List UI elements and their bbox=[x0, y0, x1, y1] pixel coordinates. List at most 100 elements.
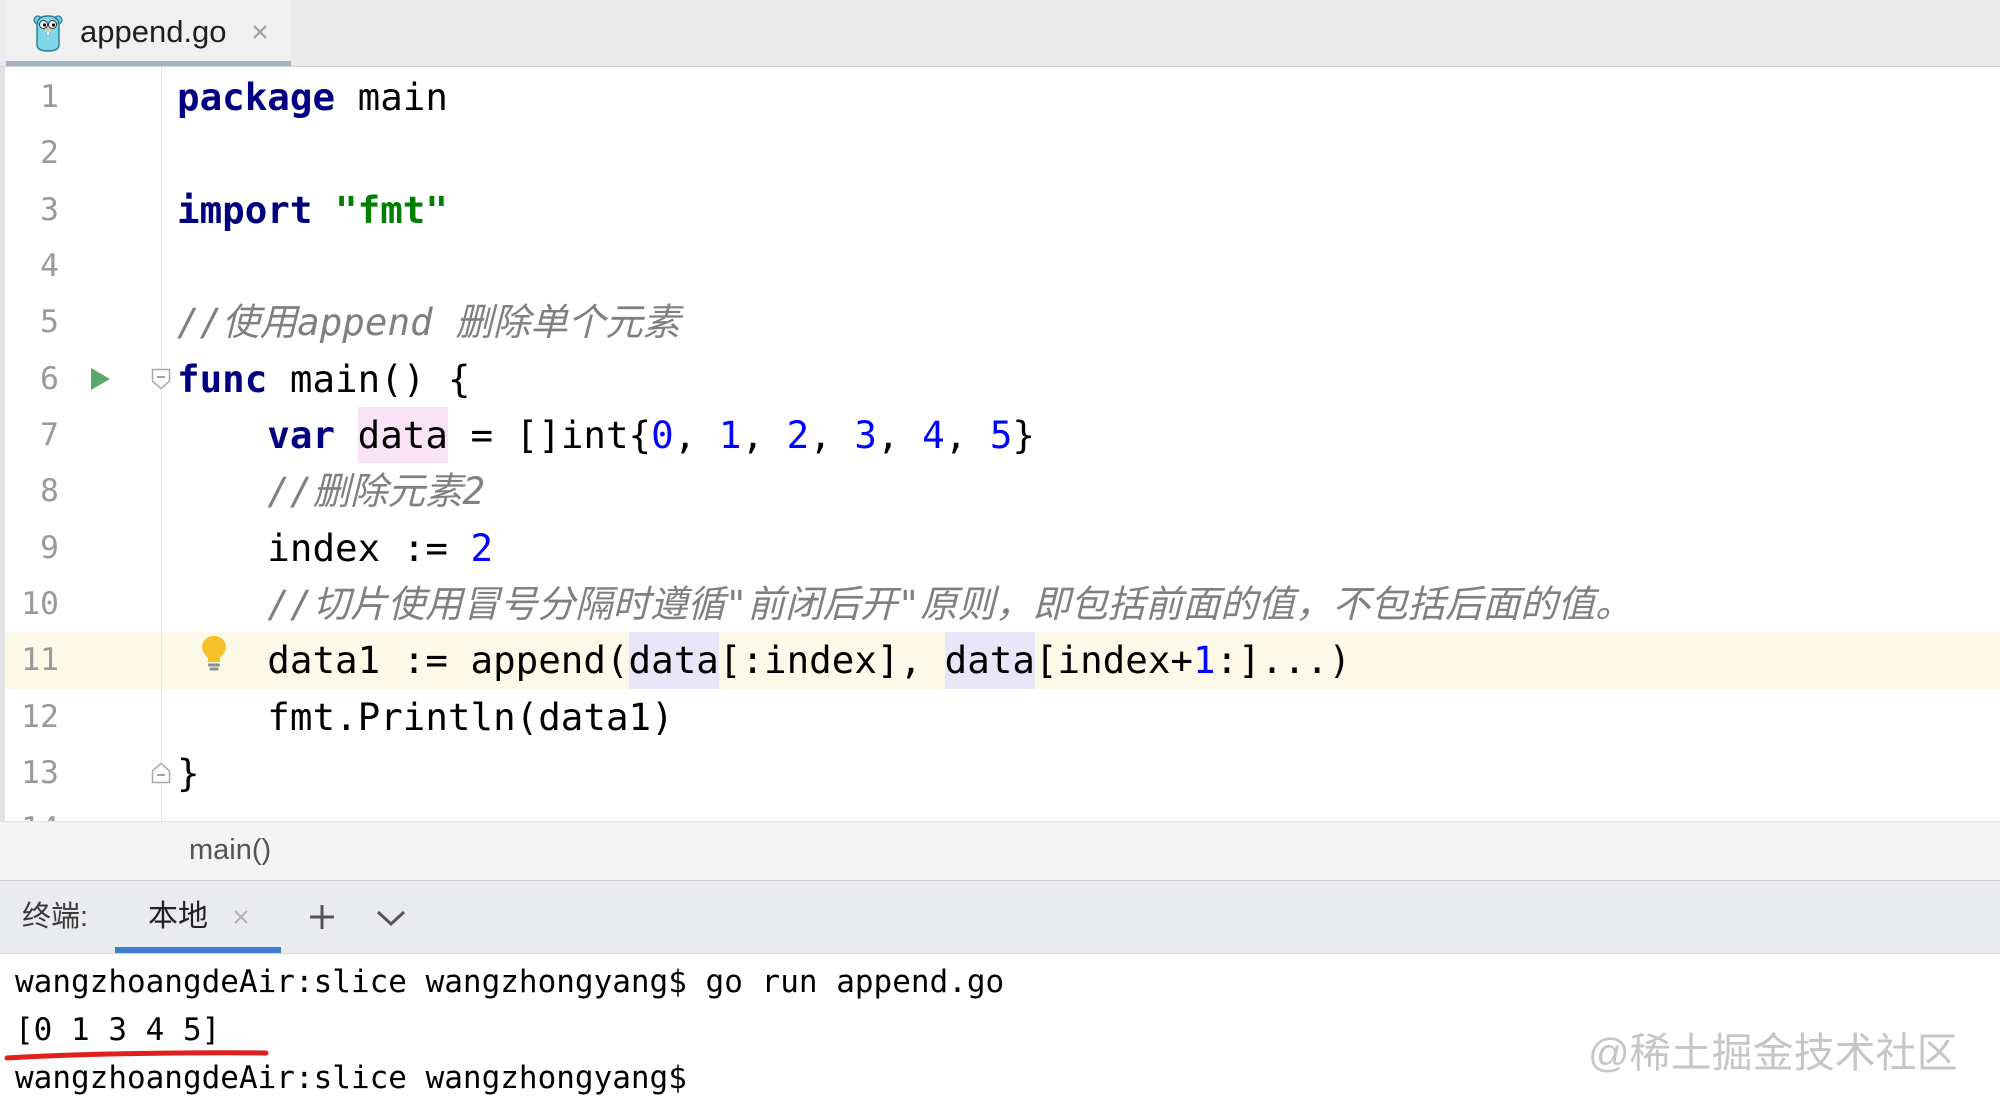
close-icon[interactable] bbox=[252, 24, 268, 40]
code-text[interactable]: func main() { bbox=[177, 351, 471, 407]
line-number: 1 bbox=[40, 79, 59, 115]
code-lines: 1 package main 2 3 import "fmt" 4 5//使用append … bbox=[0, 69, 2000, 821]
code-line[interactable]: 1 package main bbox=[0, 69, 2000, 125]
code-line-current[interactable]: 11 data1 := append(data[:index], data[in… bbox=[0, 632, 2000, 689]
terminal-tab-label: 本地 bbox=[148, 900, 208, 933]
text-token: [:index], bbox=[718, 638, 945, 683]
breadcrumb: main() bbox=[0, 821, 2000, 880]
editor-tab-append-go[interactable]: append.go bbox=[6, 0, 291, 66]
code-text[interactable]: //切片使用冒号分隔时遵循"前闭后开"原则，即包括前面的值，不包括后面的值。 bbox=[177, 576, 1633, 632]
code-line[interactable]: 6 func main() { bbox=[0, 351, 2000, 407]
text-token: main bbox=[335, 75, 448, 119]
code-text[interactable]: var data = []int{0, 1, 2, 3, 4, 5} bbox=[177, 406, 1035, 464]
string-token: "fmt" bbox=[335, 187, 448, 232]
code-text[interactable]: //使用append 删除单个元素 bbox=[177, 294, 680, 350]
line-number: 14 bbox=[5, 801, 59, 821]
red-underline-annotation bbox=[4, 1050, 269, 1061]
line-number: 11 bbox=[21, 642, 59, 679]
variable-read-highlight: data bbox=[944, 632, 1035, 689]
code-line[interactable]: 4 bbox=[0, 238, 2000, 294]
terminal-tab-local[interactable]: 本地 bbox=[115, 881, 281, 953]
text-token: } bbox=[1012, 412, 1035, 457]
code-line[interactable]: 10 //切片使用冒号分隔时遵循"前闭后开"原则，即包括前面的值，不包括后面的值… bbox=[0, 576, 2000, 632]
code-line[interactable]: 12 fmt.Println(data1) bbox=[0, 689, 2000, 745]
text-token: main() { bbox=[267, 356, 471, 401]
number-token: 3 bbox=[854, 412, 877, 457]
line-number: 2 bbox=[40, 135, 59, 172]
text-token: [index+ bbox=[1034, 638, 1193, 683]
code-line[interactable]: 5 //使用append 删除单个元素 bbox=[0, 294, 2000, 350]
line-number: 8 bbox=[40, 473, 59, 510]
tab-label: append.go bbox=[80, 14, 227, 49]
code-text[interactable]: fmt.Println(data1) bbox=[177, 689, 674, 745]
code-line[interactable]: 7 var data = []int{0, 1, 2, 3, 4, 5} bbox=[0, 406, 2000, 464]
keyword-token: package bbox=[177, 75, 336, 119]
fold-start-icon[interactable] bbox=[151, 368, 171, 390]
line-number: 5 bbox=[40, 304, 59, 341]
code-text[interactable]: } bbox=[177, 745, 200, 801]
code-text[interactable]: //删除元素2 bbox=[177, 463, 485, 519]
lightbulb-icon[interactable] bbox=[199, 634, 229, 672]
text-token: fmt.Println(data1) bbox=[177, 694, 674, 739]
breadcrumb-item-main[interactable]: main() bbox=[189, 822, 271, 879]
line-number: 4 bbox=[40, 247, 59, 284]
number-token: 2 bbox=[786, 412, 810, 457]
plus-icon[interactable] bbox=[308, 903, 336, 931]
number-token: 5 bbox=[989, 412, 1013, 457]
gutter-divider bbox=[161, 67, 162, 821]
keyword-token: func bbox=[177, 356, 268, 401]
code-line[interactable]: 3 import "fmt" bbox=[0, 182, 2000, 238]
go-gopher-icon bbox=[32, 11, 64, 53]
code-line[interactable]: 2 bbox=[0, 125, 2000, 181]
number-token: 1 bbox=[718, 412, 742, 457]
text-token: :]...) bbox=[1215, 638, 1352, 683]
code-line[interactable]: 9 index := 2 bbox=[0, 520, 2000, 576]
active-tab-indicator bbox=[6, 61, 291, 66]
terminal-output[interactable]: wangzhoangdeAir:slice wangzhongyang$ go … bbox=[0, 954, 2000, 1113]
text-token: index := bbox=[177, 525, 471, 570]
text-token: , bbox=[809, 412, 855, 457]
terminal-line: [0 1 3 4 5] bbox=[15, 1012, 221, 1048]
number-token: 1 bbox=[1193, 638, 1216, 683]
keyword-token: import bbox=[177, 187, 313, 232]
keyword-token: var bbox=[177, 412, 336, 457]
line-number: 9 bbox=[40, 529, 59, 566]
line-number: 13 bbox=[21, 754, 59, 791]
terminal-title: 终端: bbox=[22, 901, 89, 933]
watermark: @稀土掘金技术社区 bbox=[1588, 1030, 1958, 1076]
code-text[interactable]: data1 := append(data[:index], data[index… bbox=[177, 632, 1352, 689]
terminal-tool-window-header: 终端: 本地 bbox=[0, 880, 2000, 954]
text-token: , bbox=[741, 412, 787, 457]
terminal-line: wangzhoangdeAir:slice wangzhongyang$ go … bbox=[15, 964, 1005, 1000]
comment-token: //删除元素2 bbox=[177, 469, 486, 514]
line-number: 7 bbox=[40, 416, 59, 453]
text-token: , bbox=[944, 412, 990, 457]
run-icon[interactable] bbox=[89, 367, 111, 391]
number-token: 2 bbox=[470, 525, 494, 570]
code-line[interactable]: 13} bbox=[0, 745, 2000, 801]
ide-window: append.go 1 package main 2 3 import "fmt" 4 5/… bbox=[0, 0, 2000, 1113]
code-text[interactable]: index := 2 bbox=[177, 520, 493, 576]
text-token: = []int{ bbox=[447, 412, 652, 457]
code-text[interactable]: import "fmt" bbox=[177, 182, 448, 238]
code-line[interactable]: 14 bbox=[0, 801, 2000, 821]
line-number: 3 bbox=[40, 191, 59, 228]
code-line[interactable]: 8 //删除元素2 bbox=[0, 463, 2000, 519]
fold-end-icon[interactable] bbox=[151, 762, 171, 784]
close-icon[interactable] bbox=[233, 909, 249, 925]
code-editor[interactable]: 1 package main 2 3 import "fmt" 4 5//使用append … bbox=[0, 67, 2000, 821]
text-token: } bbox=[177, 750, 200, 795]
variable-write-highlight: data bbox=[357, 406, 448, 464]
text-token: , bbox=[673, 412, 719, 457]
editor-tab-bar: append.go bbox=[0, 0, 2000, 67]
line-number: 12 bbox=[21, 698, 59, 735]
variable-read-highlight: data bbox=[628, 632, 719, 689]
line-number: 6 bbox=[40, 360, 59, 397]
text-token: , bbox=[876, 412, 923, 457]
comment-token: //切片使用冒号分隔时遵循"前闭后开"原则，即包括前面的值，不包括后面的值。 bbox=[177, 581, 1633, 626]
number-token: 0 bbox=[651, 412, 674, 457]
window-edge bbox=[0, 67, 5, 821]
chevron-down-icon[interactable] bbox=[376, 909, 406, 927]
code-text[interactable]: package main bbox=[177, 69, 448, 125]
